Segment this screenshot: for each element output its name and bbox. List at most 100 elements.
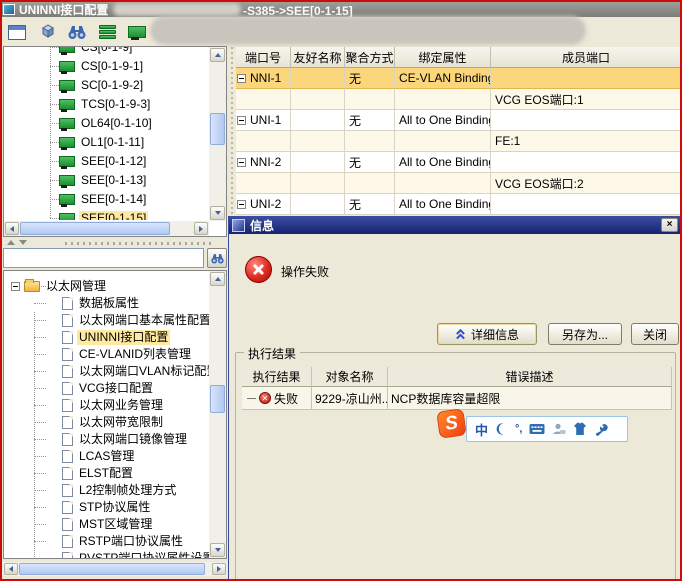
components-icon[interactable] — [36, 21, 58, 43]
soft-keyboard-icon[interactable] — [529, 423, 545, 435]
scroll-up-button[interactable] — [210, 272, 225, 286]
splitter-up-icon[interactable] — [7, 240, 15, 245]
device-card-icon — [59, 80, 75, 91]
splitter-down-icon[interactable] — [19, 240, 27, 245]
header-exec-result[interactable]: 执行结果 — [242, 367, 312, 387]
header-member-port[interactable]: 成员端口 — [491, 47, 682, 68]
info-dialog: 信息 × 操作失败 详细信息 另存为... 关闭 执行结果 执行结果 对象名称 … — [228, 216, 682, 581]
result-row[interactable]: ✕ 失败 9229-凉山州... NCP数据库容量超限 — [242, 387, 672, 410]
header-error-desc[interactable]: 错误描述 — [388, 367, 672, 387]
table-row-uni-2[interactable]: UNI-2 无 All to One Binding — [236, 194, 682, 215]
skin-shirt-icon[interactable] — [573, 422, 587, 436]
tree-item-ol64-0-1-10[interactable]: OL64[0-1-10] — [4, 114, 208, 133]
header-friendly-name[interactable]: 友好名称 — [291, 47, 345, 68]
tree-connector-line — [247, 398, 256, 399]
scroll-left-button[interactable] — [4, 563, 18, 575]
header-aggregation[interactable]: 聚合方式 — [345, 47, 395, 68]
table-row-uni-1[interactable]: UNI-1 无 All to One Binding — [236, 110, 682, 131]
tree-item-eth-port-basic[interactable]: 以太网端口基本属性配置 — [4, 312, 209, 329]
tree-item-sc-0-1-9-2[interactable]: SC[0-1-9-2] — [4, 76, 208, 95]
header-port[interactable]: 端口号 — [236, 47, 291, 68]
scroll-thumb[interactable] — [20, 222, 170, 235]
tree-item-pvstp[interactable]: PVSTP端口协议属性设置 — [4, 550, 209, 558]
tree-item-lcas[interactable]: LCAS管理 — [4, 448, 209, 465]
punctuation-icon[interactable]: °, — [515, 423, 522, 435]
cube-icon — [37, 23, 57, 41]
scroll-down-button[interactable] — [210, 543, 225, 557]
tree-item-vcg-config[interactable]: VCG接口配置 — [4, 380, 209, 397]
binoculars-icon[interactable] — [66, 21, 88, 43]
device-card-icon — [59, 47, 75, 53]
settings-wrench-icon[interactable] — [594, 422, 608, 436]
tree-item-rstp[interactable]: RSTP端口协议属性 — [4, 533, 209, 550]
tree-search-input[interactable] — [3, 248, 204, 268]
collapse-icon[interactable] — [237, 116, 246, 125]
tree-item-see-0-1-12[interactable]: SEE[0-1-12] — [4, 152, 208, 171]
header-object-name[interactable]: 对象名称 — [312, 367, 388, 387]
tree-item-elst[interactable]: ELST配置 — [4, 465, 209, 482]
tree-item-see-0-1-15[interactable]: SEE[0-1-15] — [4, 209, 208, 220]
tree-item-ce-vlanid[interactable]: CE-VLANID列表管理 — [4, 346, 209, 363]
device-tree-hscrollbar[interactable] — [4, 221, 209, 236]
document-icon — [62, 433, 73, 446]
table-row-member[interactable]: FE:1 — [236, 131, 682, 152]
tree-item-port-mirror[interactable]: 以太网端口镜像管理 — [4, 431, 209, 448]
account-icon[interactable] — [552, 422, 566, 436]
tree-item-databoard-attr[interactable]: 数据板属性 — [4, 295, 209, 312]
tree-item-cs-0-1-9-1[interactable]: CS[0-1-9-1] — [4, 57, 208, 76]
tree-item-stp[interactable]: STP协议属性 — [4, 499, 209, 516]
tree-item-vlan-tag[interactable]: 以太网端口VLAN标记配置 — [4, 363, 209, 380]
tree-item-bandwidth-limit[interactable]: 以太网带宽限制 — [4, 414, 209, 431]
table-drag-strip[interactable] — [228, 47, 236, 216]
tree-item-ethernet-mgmt[interactable]: 以太网管理 — [4, 278, 209, 295]
device-board-icon[interactable] — [126, 21, 148, 43]
fail-icon: ✕ — [259, 392, 271, 404]
tree-item-l2-control[interactable]: L2控制帧处理方式 — [4, 482, 209, 499]
tree-item-eth-service[interactable]: 以太网业务管理 — [4, 397, 209, 414]
scroll-right-button[interactable] — [212, 563, 226, 575]
sogou-logo[interactable]: S — [436, 408, 466, 438]
scroll-thumb[interactable] — [19, 563, 205, 575]
table-row-nni-1[interactable]: NNI-1 无 CE-VLAN Binding — [236, 68, 682, 89]
tree-item-mst[interactable]: MST区域管理 — [4, 516, 209, 533]
tree-item-see-0-1-13[interactable]: SEE[0-1-13] — [4, 171, 208, 190]
tree-item-cs-0-1-9[interactable]: CS[0-1-9] — [4, 47, 208, 57]
list-view-icon[interactable] — [96, 21, 118, 43]
header-binding[interactable]: 绑定属性 — [395, 47, 491, 68]
close-icon[interactable]: × — [661, 218, 678, 232]
tree-item-tcs-0-1-9-3[interactable]: TCS[0-1-9-3] — [4, 95, 208, 114]
tree-item-ol1-0-1-11[interactable]: OL1[0-1-11] — [4, 133, 208, 152]
search-button[interactable] — [207, 248, 227, 268]
collapse-icon[interactable] — [237, 158, 246, 167]
table-row-member[interactable]: VCG EOS端口:1 — [236, 89, 682, 110]
panel-splitter[interactable] — [3, 238, 227, 248]
scroll-up-button[interactable] — [210, 48, 225, 62]
save-as-button[interactable]: 另存为... — [548, 323, 622, 345]
tree-item-see-0-1-14[interactable]: SEE[0-1-14] — [4, 190, 208, 209]
table-row-nni-2[interactable]: NNI-2 无 All to One Binding — [236, 152, 682, 173]
document-icon — [62, 365, 73, 378]
scroll-right-button[interactable] — [194, 222, 208, 235]
scroll-down-button[interactable] — [210, 206, 225, 220]
details-button[interactable]: 详细信息 — [437, 323, 537, 345]
table-row-member[interactable]: VCG EOS端口:2 — [236, 173, 682, 194]
device-card-icon — [59, 118, 75, 129]
function-tree-vscrollbar[interactable] — [209, 271, 226, 558]
dialog-title-bar[interactable]: 信息 × — [229, 216, 682, 234]
device-tree-vscrollbar[interactable] — [209, 47, 226, 221]
app-icon — [3, 4, 15, 15]
document-icon — [62, 501, 73, 514]
collapse-icon[interactable] — [11, 282, 20, 291]
left-panel-hscrollbar[interactable] — [3, 562, 227, 576]
collapse-icon[interactable] — [237, 74, 246, 83]
window-icon[interactable] — [6, 21, 28, 43]
title-bar[interactable]: UNINNI接口配置 -S385->SEE[0-1-15] — [0, 0, 682, 17]
scroll-thumb[interactable] — [210, 385, 225, 413]
tree-item-uninni-config[interactable]: UNINNI接口配置 — [4, 329, 209, 346]
collapse-icon[interactable] — [237, 200, 246, 209]
chinese-mode-icon[interactable]: 中 — [475, 420, 488, 439]
dialog-close-button[interactable]: 关闭 — [631, 323, 679, 345]
scroll-thumb[interactable] — [210, 113, 225, 145]
fullwidth-moon-icon[interactable] — [495, 422, 508, 436]
scroll-left-button[interactable] — [5, 222, 19, 235]
